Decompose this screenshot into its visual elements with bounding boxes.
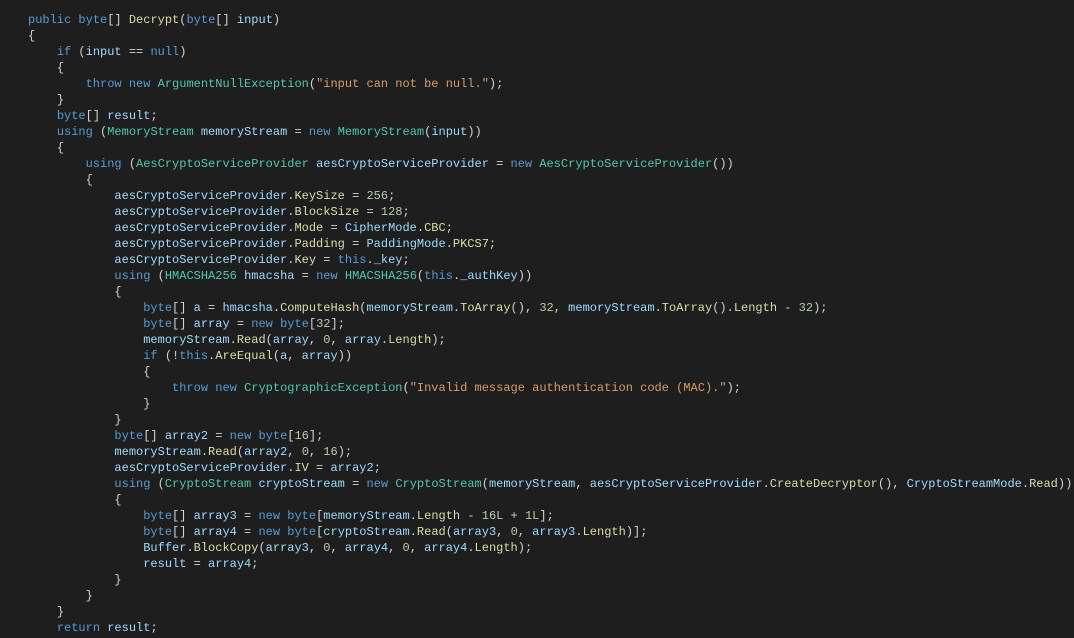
- type-buffer: Buffer: [143, 541, 186, 555]
- kw-this: this: [338, 253, 367, 267]
- method-blockcopy: BlockCopy: [194, 541, 259, 555]
- kw-return: return: [57, 621, 100, 635]
- type-aesprovider: AesCryptoServiceProvider: [136, 157, 309, 171]
- method-areequal: AreEqual: [215, 349, 273, 363]
- str-input-null: "input can not be null.": [316, 77, 489, 91]
- field-authkey: _authKey: [460, 269, 518, 283]
- var-a: a: [194, 301, 201, 315]
- var-array3: array3: [194, 509, 237, 523]
- kw-public: public: [28, 13, 71, 27]
- param-input: input: [237, 13, 273, 27]
- prop-padding: Padding: [294, 237, 344, 251]
- type-memorystream: MemoryStream: [107, 125, 193, 139]
- type-argnullex: ArgumentNullException: [158, 77, 309, 91]
- code-block: public byte[] Decrypt(byte[] input) { if…: [0, 0, 1074, 638]
- type-cryptoex: CryptographicException: [244, 381, 402, 395]
- field-key: _key: [374, 253, 403, 267]
- kw-byte: byte: [78, 13, 107, 27]
- var-array: array: [194, 317, 230, 331]
- type-hmacsha256: HMACSHA256: [165, 269, 237, 283]
- kw-null: null: [150, 45, 179, 59]
- kw-using: using: [57, 125, 93, 139]
- method-createdecryptor: CreateDecryptor: [770, 477, 878, 491]
- prop-keysize: KeySize: [294, 189, 344, 203]
- kw-new: new: [129, 77, 151, 91]
- kw-throw: throw: [86, 77, 122, 91]
- prop-iv: IV: [294, 461, 308, 475]
- var-result: result: [107, 109, 150, 123]
- var-array2: array2: [165, 429, 208, 443]
- prop-blocksize: BlockSize: [294, 205, 359, 219]
- method-computehash: ComputeHash: [280, 301, 359, 315]
- type-cryptostream: CryptoStream: [165, 477, 251, 491]
- kw-if: if: [57, 45, 71, 59]
- var-array4: array4: [194, 525, 237, 539]
- prop-mode: Mode: [294, 221, 323, 235]
- method-decrypt: Decrypt: [129, 13, 179, 27]
- method-read: Read: [237, 333, 266, 347]
- prop-key: Key: [294, 253, 316, 267]
- str-mac: "Invalid message authentication code (MA…: [410, 381, 727, 395]
